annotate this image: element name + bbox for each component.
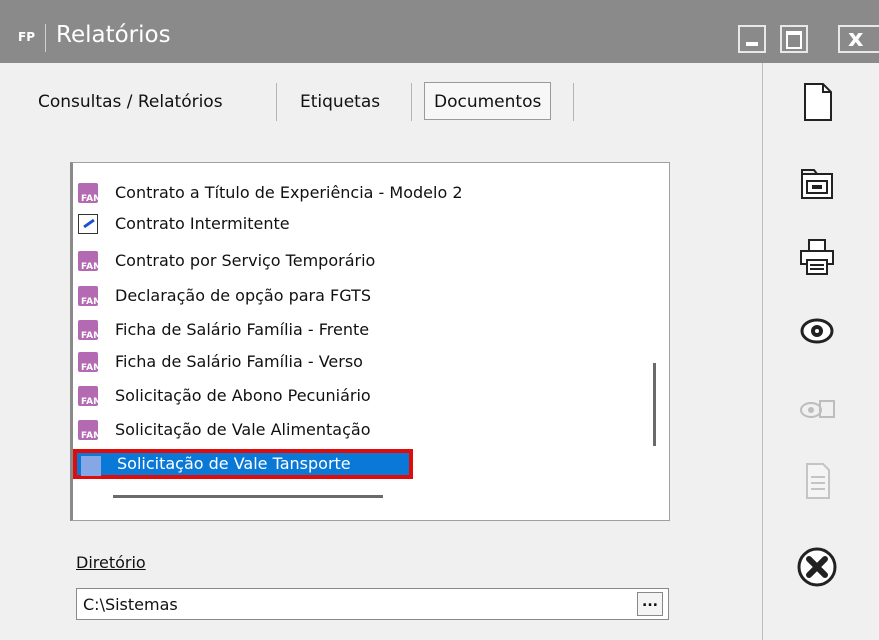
tab-consultas-relatorios[interactable]: Consultas / Relatórios (38, 92, 223, 112)
list-item[interactable]: FAM Solicitação de Vale Alimentação (78, 415, 638, 445)
close-window-button[interactable]: x (838, 24, 879, 53)
vertical-scrollbar[interactable] (653, 363, 656, 446)
list-item-label: Solicitação de Vale Alimentação (115, 420, 371, 439)
open-button[interactable] (796, 164, 838, 206)
directory-input[interactable] (76, 588, 669, 620)
family-report-icon: FAM (78, 320, 102, 341)
tab-divider (411, 83, 412, 121)
directory-label: Diretório (76, 553, 146, 572)
family-report-icon: FAM (78, 286, 102, 307)
maximize-button[interactable] (780, 25, 808, 53)
list-item-label: Solicitação de Abono Pecuniário (115, 386, 371, 405)
family-report-icon: FAM (78, 420, 102, 441)
list-item[interactable]: FAM Ficha de Salário Família - Verso (78, 347, 638, 377)
list-item[interactable]: FAM Ficha de Salário Família - Frente (78, 315, 638, 345)
list-item[interactable]: FAM Solicitação de Abono Pecuniário (78, 381, 638, 411)
document-list[interactable]: FAM Contrato a Título de Experiência - M… (70, 162, 670, 521)
tab-divider (276, 83, 277, 121)
title-bar: FP Relatórios x (0, 0, 879, 63)
export-button (796, 460, 838, 502)
notepad-icon (78, 214, 98, 234)
list-item-label: Contrato Intermitente (115, 214, 290, 233)
new-document-icon (804, 83, 832, 121)
document-list-viewport: FAM Contrato a Título de Experiência - M… (73, 163, 643, 483)
app-badge: FP (18, 30, 35, 44)
list-item-label: Ficha de Salário Família - Verso (115, 352, 363, 371)
preview-button[interactable] (796, 310, 838, 352)
list-item-label: Contrato a Título de Experiência - Model… (115, 183, 463, 202)
minimize-button[interactable] (738, 25, 766, 53)
family-report-icon: FAM (78, 352, 102, 373)
list-item[interactable]: FAM Contrato a Título de Experiência - M… (78, 178, 638, 208)
preview-multi-button (796, 388, 838, 430)
list-item[interactable]: FAM Contrato por Serviço Temporário (78, 246, 638, 276)
family-report-icon: FAM (78, 183, 102, 204)
family-report-icon (81, 456, 101, 476)
window-title: Relatórios (56, 22, 171, 48)
preview-multi-icon (800, 400, 835, 418)
tab-divider (573, 83, 574, 121)
list-item[interactable]: FAM Declaração de opção para FGTS (78, 281, 638, 311)
browse-directory-button[interactable]: ... (637, 592, 663, 616)
export-icon (806, 463, 830, 499)
tab-etiquetas[interactable]: Etiquetas (300, 92, 380, 112)
family-report-icon: FAM (78, 386, 102, 407)
open-folder-icon (801, 169, 833, 199)
print-icon (800, 239, 834, 275)
list-item-selected[interactable]: Solicitação de Vale Tansporte (73, 449, 413, 479)
close-button[interactable] (796, 546, 838, 588)
print-button[interactable] (796, 236, 838, 278)
list-item-label: Solicitação de Vale Tansporte (117, 454, 351, 473)
horizontal-scrollbar[interactable] (113, 495, 383, 498)
tab-documentos[interactable]: Documentos (424, 82, 552, 120)
title-divider (45, 24, 46, 52)
list-item-label: Declaração de opção para FGTS (115, 286, 371, 305)
list-item-label: Contrato por Serviço Temporário (115, 251, 376, 270)
list-item[interactable]: Contrato Intermitente (78, 209, 638, 239)
new-document-button[interactable] (796, 81, 838, 123)
preview-icon (800, 318, 834, 344)
close-circle-icon (797, 547, 837, 587)
family-report-icon: FAM (78, 251, 102, 272)
list-item-label: Ficha de Salário Família - Frente (115, 320, 370, 339)
close-icon: x (848, 24, 864, 52)
